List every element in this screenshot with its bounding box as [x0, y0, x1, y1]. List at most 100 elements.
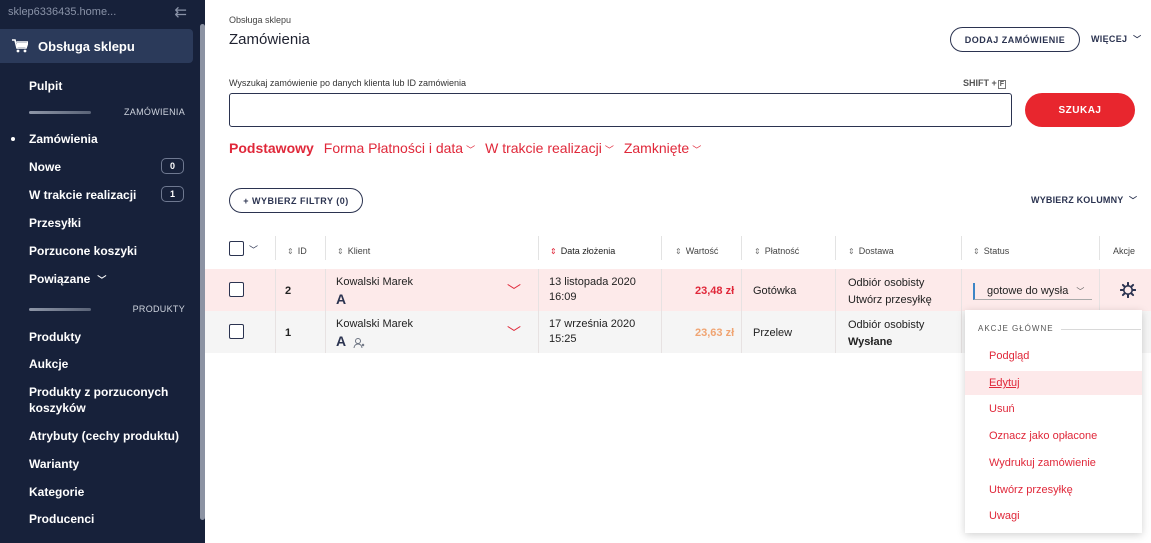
- column-divider: [325, 269, 326, 311]
- sidebar-item-aukcje[interactable]: Aukcje: [29, 357, 68, 371]
- menu-item-mark-paid[interactable]: Oznacz jako opłacone: [965, 424, 1142, 448]
- breadcrumb[interactable]: Obsługa sklepu: [229, 15, 291, 25]
- order-id: 1: [285, 327, 292, 339]
- sidebar-section-shop[interactable]: Obsługa sklepu: [0, 29, 193, 63]
- keyboard-key-icon: F: [997, 80, 1007, 89]
- sidebar-item-zamowienia[interactable]: Zamówienia: [11, 132, 98, 146]
- menu-item-delete[interactable]: Usuń: [965, 397, 1142, 421]
- column-header-status[interactable]: ⇕ Status: [973, 246, 1009, 256]
- column-divider: [325, 236, 326, 260]
- sidebar-item-w-trakcie[interactable]: W trakcie realizacji: [29, 188, 136, 202]
- row-checkbox[interactable]: [229, 282, 244, 297]
- column-header-label: Wartość: [685, 246, 719, 256]
- store-name[interactable]: sklep6336435.home...: [8, 6, 116, 18]
- column-header-id[interactable]: ⇕ ID: [287, 246, 307, 256]
- column-header-date[interactable]: ⇕ Data złożenia: [550, 246, 615, 256]
- collapse-sidebar-icon[interactable]: ⇇: [174, 3, 187, 21]
- choose-columns-button[interactable]: WYBIERZ KOLUMNY ﹀: [1031, 195, 1137, 206]
- sort-icon: ⇕: [675, 247, 682, 256]
- chevron-down-icon: ﹀: [692, 145, 702, 155]
- menu-item-label: Podgląd: [989, 350, 1030, 362]
- expand-row-chevron-icon[interactable]: ﹀: [507, 281, 521, 301]
- choose-filters-button[interactable]: + WYBIERZ FILTRY (0): [229, 188, 363, 213]
- tab-w-trakcie[interactable]: W trakcie realizacji ﹀: [485, 140, 614, 156]
- sidebar-item-produkty-porzucone-line2[interactable]: koszyków: [29, 401, 86, 415]
- sidebar: sklep6336435.home... ⇇ Obsługa sklepu Pu…: [0, 0, 205, 543]
- menu-section-header: AKCJE GŁÓWNE: [978, 324, 1054, 333]
- app-window: sklep6336435.home... ⇇ Obsługa sklepu Pu…: [0, 0, 1151, 543]
- sidebar-item-warianty[interactable]: Warianty: [29, 457, 79, 471]
- column-header-value[interactable]: ⇕ Wartość: [675, 246, 718, 256]
- sidebar-item-powiazane[interactable]: Powiązane ﹀: [29, 272, 106, 286]
- more-menu-button[interactable]: WIĘCEJ ﹀: [1091, 34, 1141, 45]
- menu-item-notes[interactable]: Uwagi: [965, 504, 1142, 528]
- shortcut-text: SHIFT +: [963, 78, 997, 88]
- sidebar-item-produkty-porzucone[interactable]: Produkty z porzuconych: [29, 385, 168, 399]
- table-row[interactable]: 2 Kowalski Marek A ﹀ 13 listopada 2020 1…: [205, 269, 1151, 311]
- column-header-delivery[interactable]: ⇕ Dostawa: [848, 246, 894, 256]
- tab-label: Zamknięte: [623, 140, 690, 156]
- column-divider: [538, 269, 539, 311]
- status-select[interactable]: gotowe do wysła ﹀: [973, 283, 1092, 300]
- search-input[interactable]: [229, 93, 1012, 127]
- delivery-method: Odbiór osobisty: [848, 277, 925, 289]
- sidebar-item-atrybuty[interactable]: Atrybuty (cechy produktu): [29, 429, 179, 443]
- sidebar-header: sklep6336435.home... ⇇: [0, 0, 205, 24]
- tab-zamkniete[interactable]: Zamknięte ﹀: [624, 140, 701, 156]
- column-divider: [1099, 236, 1100, 260]
- column-divider: [325, 311, 326, 353]
- column-divider: [741, 311, 742, 353]
- column-header-client[interactable]: ⇕ Klient: [337, 246, 370, 256]
- client-name-link[interactable]: Kowalski Marek: [336, 276, 413, 288]
- client-type-icon: A: [336, 291, 347, 307]
- sidebar-item-porzucone-koszyki[interactable]: Porzucone koszyki: [29, 244, 137, 258]
- tab-forma-platnosci[interactable]: Forma Płatności i data ﹀: [324, 140, 475, 156]
- sidebar-item-kategorie[interactable]: Kategorie: [29, 485, 84, 499]
- sort-icon: ⇕: [337, 247, 344, 256]
- sidebar-item-nowe[interactable]: Nowe: [29, 160, 61, 174]
- add-order-button[interactable]: DODAJ ZAMÓWIENIE: [950, 27, 1080, 52]
- sidebar-item-produkty[interactable]: Produkty: [29, 330, 81, 344]
- menu-item-preview[interactable]: Podgląd: [965, 344, 1142, 368]
- row-checkbox[interactable]: [229, 324, 244, 339]
- client-type-icon: A: [336, 333, 347, 349]
- sidebar-section-title: Obsługa sklepu: [38, 38, 135, 54]
- select-all-checkbox[interactable]: [229, 241, 244, 256]
- order-time: 15:25: [549, 333, 577, 345]
- chevron-down-icon: ﹀: [1133, 35, 1142, 44]
- sidebar-item-pulpit[interactable]: Pulpit: [29, 79, 62, 93]
- chevron-down-icon: ﹀: [1129, 196, 1138, 205]
- sidebar-group-products: PRODUKTY: [29, 303, 185, 315]
- sidebar-item-przesylki[interactable]: Przesyłki: [29, 216, 81, 230]
- chevron-down-icon: ﹀: [604, 145, 614, 155]
- column-divider: [538, 236, 539, 260]
- order-time: 16:09: [549, 291, 577, 303]
- column-header-label: Płatność: [764, 246, 800, 256]
- sidebar-item-producenci[interactable]: Producenci: [29, 512, 94, 526]
- select-all-chevron-icon[interactable]: ﹀: [249, 243, 258, 256]
- columns-label: WYBIERZ KOLUMNY: [1031, 195, 1124, 205]
- menu-item-create-shipment[interactable]: Utwórz przesyłkę: [965, 478, 1142, 502]
- tab-label: W trakcie realizacji: [485, 140, 602, 156]
- count-badge: 1: [161, 186, 184, 202]
- column-divider: [835, 269, 836, 311]
- column-divider: [741, 236, 742, 260]
- order-value: 23,63 zł: [695, 327, 735, 339]
- column-divider: [661, 311, 662, 353]
- menu-item-print-order[interactable]: Wydrukuj zamówienie: [965, 451, 1142, 475]
- menu-item-edit[interactable]: Edytuj: [965, 371, 1142, 395]
- column-header-payment[interactable]: ⇕ Płatność: [754, 246, 799, 256]
- expand-row-chevron-icon[interactable]: ﹀: [507, 323, 521, 343]
- group-label: PRODUKTY: [132, 304, 185, 314]
- group-divider: [29, 110, 91, 114]
- actions-dropdown-menu: AKCJE GŁÓWNE Podgląd Edytuj Usuń Oznacz …: [965, 310, 1142, 533]
- create-shipment-link[interactable]: Utwórz przesyłkę: [848, 294, 932, 306]
- search-button[interactable]: SZUKAJ: [1025, 93, 1135, 127]
- tab-podstawowy[interactable]: Podstawowy: [229, 140, 314, 156]
- menu-divider: [1061, 329, 1141, 330]
- search-label: Wyszukaj zamówienie po danych klienta lu…: [229, 78, 467, 88]
- main-content: Obsługa sklepu Zamówienia DODAJ ZAMÓWIEN…: [205, 0, 1151, 543]
- client-name-link[interactable]: Kowalski Marek: [336, 318, 413, 330]
- menu-item-label: Utwórz przesyłkę: [989, 484, 1073, 496]
- gear-icon[interactable]: [1120, 282, 1136, 298]
